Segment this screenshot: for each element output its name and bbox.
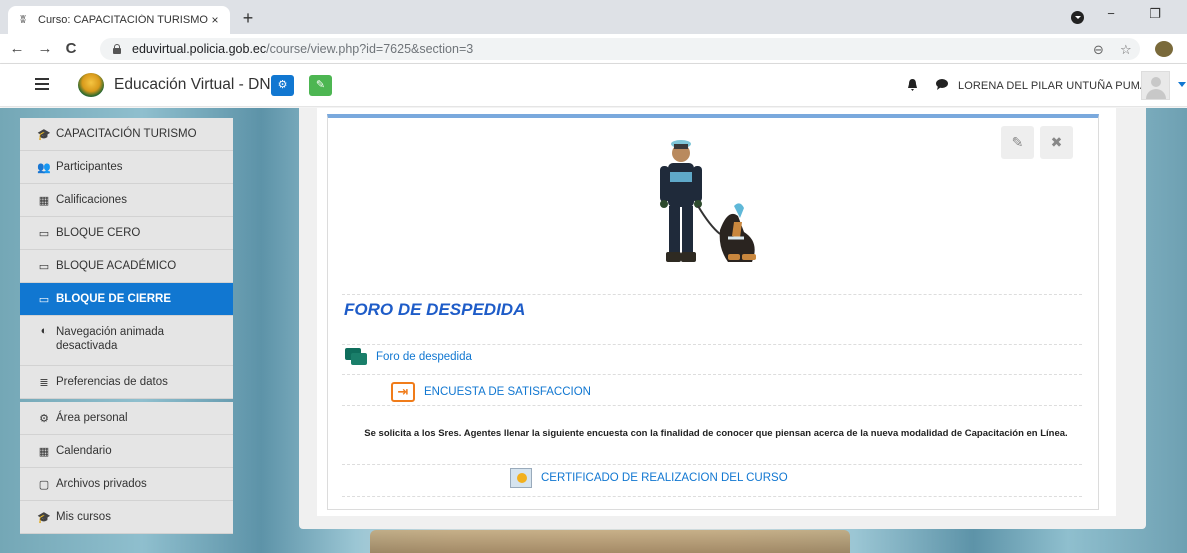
browser-tab[interactable]: ʬ Curso: CAPACITACIÓN TURISMO × — [8, 6, 230, 34]
database-icon: ≣ — [39, 376, 49, 389]
sidebar-item-label: Calendario — [56, 445, 112, 457]
forum-icon — [345, 348, 367, 366]
notification-bell-icon[interactable] — [907, 79, 918, 94]
sidebar-item-private-files[interactable]: ▢ Archivos privados — [20, 468, 233, 501]
tab-title: Curso: CAPACITACIÓN TURISMO — [38, 14, 208, 26]
edit-pencil-icon[interactable]: ✎ — [1001, 126, 1034, 159]
activity-forum[interactable]: Foro de despedida — [345, 348, 472, 366]
nav-drawer: 🎓 CAPACITACIÓN TURISMO 👥 Participantes ▦… — [20, 118, 233, 553]
section-divider — [342, 464, 1082, 465]
section-divider — [342, 496, 1082, 497]
sidebar-item-grades[interactable]: ▦ Calificaciones — [20, 184, 233, 217]
sidebar-item-course[interactable]: 🎓 CAPACITACIÓN TURISMO — [20, 118, 233, 151]
extension-icon[interactable] — [1155, 41, 1173, 57]
activity-forum-link[interactable]: Foro de despedida — [376, 351, 472, 363]
toggle-icon: ◐ — [40, 325, 48, 337]
sidebar-item-participants[interactable]: 👥 Participantes — [20, 151, 233, 184]
sidebar-item-label: Participantes — [56, 161, 123, 173]
menu-toggle-icon[interactable] — [35, 78, 49, 90]
folder-icon: ▭ — [38, 260, 50, 273]
dashboard-icon: ⚙ — [39, 412, 49, 425]
sidebar-item-label: BLOQUE CERO — [56, 227, 141, 239]
site-navbar: Educación Virtual - DNE ⚙ ✎ LORENA DEL P… — [0, 64, 1187, 107]
sidebar-item-data-preferences[interactable]: ≣ Preferencias de datos — [20, 366, 233, 399]
calendar-icon: ▦ — [38, 445, 50, 458]
user-avatar[interactable] — [1141, 71, 1170, 100]
new-tab-button[interactable]: + — [238, 9, 258, 27]
section-title: FORO DE DESPEDIDA — [344, 300, 526, 319]
sidebar-item-label: Mis cursos — [56, 511, 111, 523]
activity-certificate[interactable]: CERTIFICADO DE REALIZACION DEL CURSO — [510, 468, 788, 488]
edit-mode-button[interactable]: ✎ — [309, 75, 332, 96]
restore-button[interactable]: ❐ — [1145, 6, 1165, 22]
sidebar-item-label: Calificaciones — [56, 194, 127, 206]
sidebar-item-my-courses[interactable]: 🎓 Mis cursos — [20, 501, 233, 534]
forward-button[interactable]: → — [36, 40, 54, 58]
messages-icon[interactable] — [936, 79, 948, 93]
table-icon: ▦ — [38, 194, 50, 207]
sidebar-item-bloque-academico[interactable]: ▭ BLOQUE ACADÉMICO — [20, 250, 233, 283]
graduation-cap-icon: 🎓 — [37, 511, 51, 524]
moodle-favicon-icon: ʬ — [20, 14, 26, 26]
section-divider — [342, 374, 1082, 375]
sidebar-item-bloque-cierre[interactable]: ▭ BLOQUE DE CIERRE — [20, 283, 233, 316]
sidebar-item-label: Área personal — [56, 412, 128, 424]
back-button[interactable]: ← — [8, 40, 26, 58]
tab-close-icon[interactable]: × — [208, 13, 222, 27]
activity-certificate-link[interactable]: CERTIFICADO DE REALIZACION DEL CURSO — [541, 472, 788, 484]
sidebar-item-label: BLOQUE ACADÉMICO — [56, 260, 177, 272]
minimize-button[interactable]: − — [1101, 6, 1121, 21]
graduation-cap-icon: 🎓 — [37, 128, 51, 141]
sidebar-item-label: Archivos privados — [56, 478, 147, 490]
sidebar-item-calendar[interactable]: ▦ Calendario — [20, 435, 233, 468]
sidebar-item-label: Navegación animada desactivada — [56, 326, 165, 352]
section-divider — [342, 405, 1082, 406]
user-name[interactable]: LORENA DEL PILAR UNTUÑA PUMA — [958, 80, 1147, 92]
feedback-icon: ⇥ — [391, 382, 415, 402]
browser-tab-bar: ʬ Curso: CAPACITACIÓN TURISMO × + − ❐ — [0, 0, 1187, 34]
profile-menu-icon[interactable] — [1071, 11, 1084, 24]
sidebar-item-animated-nav[interactable]: ◐ Navegación animada desactivada — [20, 316, 233, 366]
chevron-down-icon[interactable] — [1178, 82, 1186, 87]
section-divider — [342, 294, 1082, 295]
folder-icon: ▭ — [38, 293, 50, 306]
sidebar-item-label: BLOQUE DE CIERRE — [56, 293, 172, 305]
address-bar: ← → C eduvirtual.policia.gob.ec/course/v… — [0, 34, 1187, 64]
background-crest — [370, 530, 850, 553]
folder-icon: ▭ — [38, 227, 50, 240]
users-icon: 👥 — [37, 161, 51, 174]
sidebar-item-bloque-cero[interactable]: ▭ BLOQUE CERO — [20, 217, 233, 250]
sidebar-item-label: Preferencias de datos — [56, 376, 168, 388]
reload-button[interactable]: C — [62, 40, 80, 58]
activity-feedback-link[interactable]: ENCUESTA DE SATISFACCION — [424, 386, 591, 398]
activity-description: Se solicita a los Sres. Agentes llenar l… — [364, 428, 1068, 439]
close-icon[interactable]: ✖ — [1040, 126, 1073, 159]
activity-feedback[interactable]: ⇥ ENCUESTA DE SATISFACCION — [391, 382, 591, 402]
police-dog-illustration — [660, 140, 756, 262]
url-path: /course/view.php?id=7625&section=3 — [266, 42, 474, 56]
zoom-icon[interactable]: ⊖ — [1093, 42, 1104, 58]
site-logo[interactable] — [78, 73, 104, 97]
url-host: eduvirtual.policia.gob.ec — [132, 42, 267, 56]
lock-icon — [112, 44, 122, 54]
site-brand[interactable]: Educación Virtual - DNE — [114, 76, 281, 94]
sidebar-item-label: CAPACITACIÓN TURISMO — [56, 128, 197, 140]
bookmark-star-icon[interactable]: ☆ — [1120, 42, 1132, 58]
url-input[interactable]: eduvirtual.policia.gob.ec/course/view.ph… — [100, 38, 1140, 60]
certificate-icon — [510, 468, 532, 488]
sidebar-item-dashboard[interactable]: ⚙ Área personal — [20, 402, 233, 435]
section-divider — [342, 344, 1082, 345]
file-icon: ▢ — [38, 478, 50, 491]
settings-button[interactable]: ⚙ — [271, 75, 294, 96]
